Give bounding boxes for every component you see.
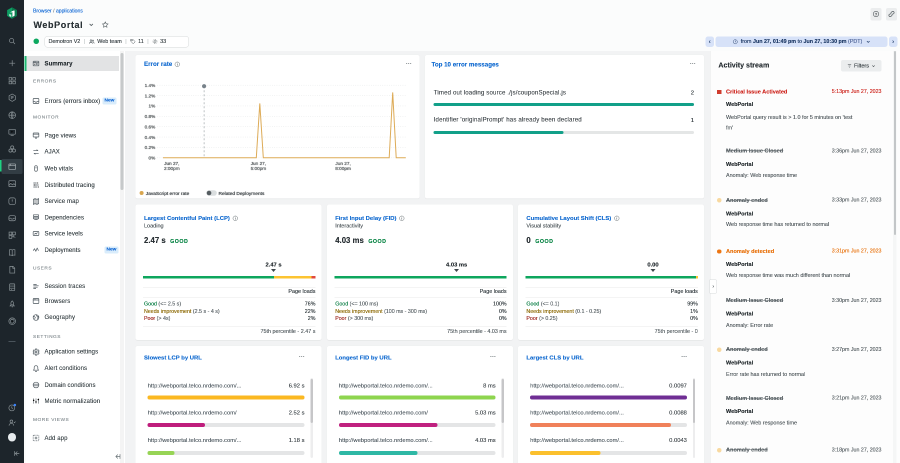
svg-text:0.6%: 0.6%	[145, 124, 156, 129]
svg-text:1.2%: 1.2%	[145, 93, 156, 98]
svg-text:1.4%: 1.4%	[145, 83, 156, 88]
svg-text:1%: 1%	[149, 104, 156, 109]
svg-text:5:00pm: 5:00pm	[251, 166, 267, 171]
svg-text:0.4%: 0.4%	[145, 135, 156, 140]
svg-text:Jun 27,: Jun 27,	[336, 161, 351, 166]
svg-text:Related Deployments: Related Deployments	[219, 191, 265, 197]
svg-text:2:00pm: 2:00pm	[164, 166, 180, 171]
svg-text:0%: 0%	[149, 156, 156, 161]
svg-text:8:00pm: 8:00pm	[335, 166, 351, 171]
svg-text:0.8%: 0.8%	[145, 114, 156, 119]
svg-text:Jun 27,: Jun 27,	[164, 161, 179, 166]
svg-text:Jun 27,: Jun 27,	[251, 161, 266, 166]
svg-text:?: ?	[875, 12, 878, 17]
svg-text:0.2%: 0.2%	[145, 145, 156, 150]
svg-text:JavaScript error rate: JavaScript error rate	[146, 191, 190, 197]
